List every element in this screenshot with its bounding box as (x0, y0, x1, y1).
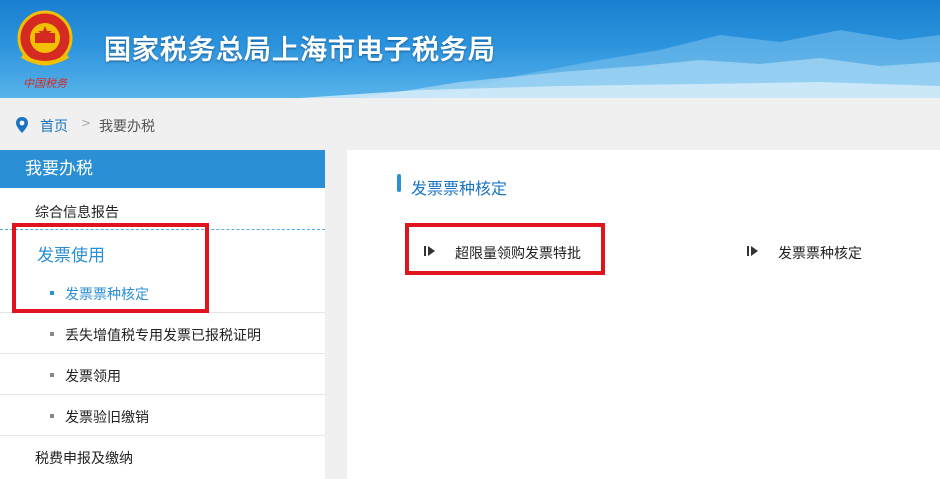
section-title-marker (397, 174, 401, 192)
bullet-icon (50, 414, 54, 418)
site-header: 中国税务 国家税务总局上海市电子税务局 (0, 0, 940, 98)
sidebar-subitem-label: 发票领用 (65, 369, 121, 385)
tax-emblem-icon: 中国税务 (14, 8, 76, 92)
sidebar-subitem-invoice-verification-cancel[interactable]: 发票验旧缴销 (0, 395, 325, 436)
breadcrumb-current: 我要办税 (99, 119, 155, 135)
sidebar-subitem-label: 丢失增值税专用发票已报税证明 (65, 328, 261, 344)
svg-text:中国税务: 中国税务 (23, 77, 68, 90)
sidebar: 我要办税 综合信息报告 发票使用 发票票种核定 丢失增值税专用发票已报税证明 发… (0, 150, 325, 479)
highlight-box-sidebar (12, 223, 209, 313)
sidebar-item-tax-declaration-payment[interactable]: 税费申报及缴纳 (0, 436, 325, 479)
sidebar-subitem-invoice-collection[interactable]: 发票领用 (0, 354, 325, 395)
breadcrumb-home-link[interactable]: 首页 (40, 116, 68, 136)
sidebar-heading[interactable]: 我要办税 (0, 150, 325, 188)
sidebar-item-label: 综合信息报告 (35, 205, 119, 221)
bullet-icon (50, 373, 54, 377)
link-invoice-type-approval[interactable]: 发票票种核定 (747, 243, 901, 263)
link-label: 发票票种核定 (778, 246, 862, 262)
site-title: 国家税务总局上海市电子税务局 (104, 35, 496, 66)
location-pin-icon (16, 117, 28, 133)
breadcrumb: 首页 > 我要办税 (0, 98, 940, 150)
sidebar-subitem-label: 发票验旧缴销 (65, 410, 149, 426)
arrow-right-icon (747, 246, 758, 256)
section-title: 发票票种核定 (411, 179, 508, 198)
highlight-box-link (405, 223, 605, 275)
breadcrumb-separator: > (81, 116, 92, 130)
main-content: 发票票种核定 超限量领购发票特批 发票票种核定 (347, 150, 940, 479)
sidebar-item-label: 税费申报及缴纳 (35, 451, 133, 467)
sidebar-subitem-lost-vat-invoice-certificate[interactable]: 丢失增值税专用发票已报税证明 (0, 313, 325, 354)
bullet-icon (50, 332, 54, 336)
